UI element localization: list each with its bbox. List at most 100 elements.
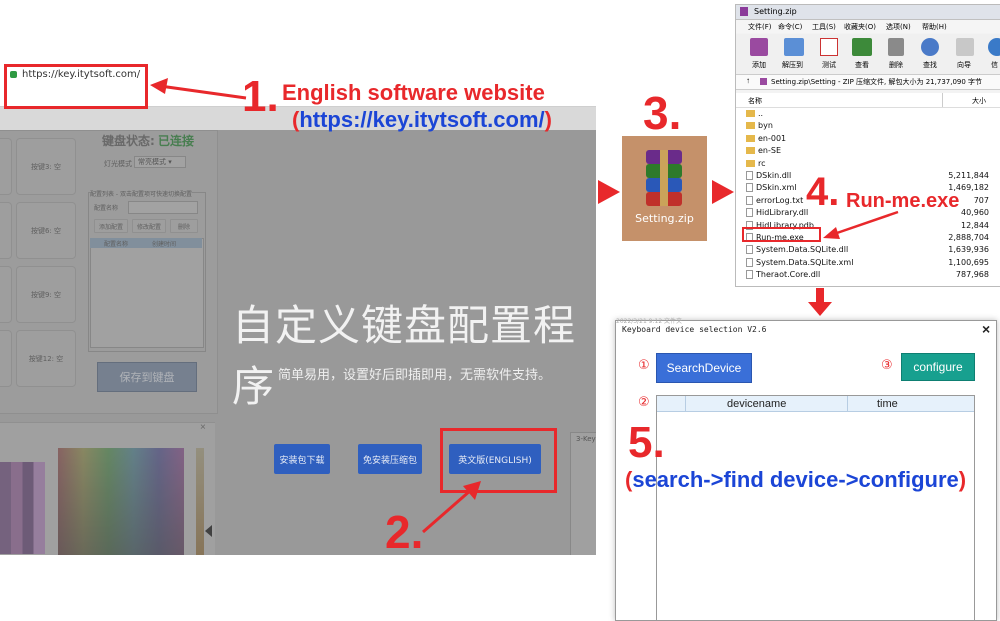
column-name-header[interactable]: 名称: [748, 96, 762, 106]
zip-file-row[interactable]: System.Data.SQLite.dll 1,639,936: [736, 244, 1000, 256]
zip-file-name: byn: [746, 121, 773, 130]
zip-file-size: 40,960: [961, 208, 989, 218]
zip-file-name-text: System.Data.SQLite.xml: [756, 257, 854, 267]
menu-favorites[interactable]: 收藏夹(O): [844, 22, 876, 32]
zip-file-name: DSkin.dll: [746, 171, 791, 180]
portable-zip-button[interactable]: 免安装压缩包: [358, 444, 422, 474]
step1-text: English software website: [282, 80, 545, 105]
test-icon[interactable]: [820, 38, 838, 56]
zip-file-name: rc: [746, 159, 766, 168]
zip-menu-bar: 文件(F) 命令(C) 工具(S) 收藏夹(O) 选项(N) 帮助(H): [736, 20, 1000, 33]
step5-text: (search->find device->configure): [625, 467, 967, 492]
zip-list-header: 名称 大小: [736, 93, 1000, 108]
zip-file-name: DSkin.xml: [746, 183, 797, 193]
zip-toolbar: 添加 解压到 测试 查看 删除 查找 向导 信: [736, 34, 1000, 75]
column-devicename[interactable]: devicename: [727, 398, 786, 410]
winrar-small-icon: [740, 7, 748, 16]
configure-button[interactable]: configure: [901, 353, 975, 381]
step3-number: 3.: [643, 87, 682, 139]
arrow-step3-icon: [598, 180, 620, 204]
zip-file-name-text: DSkin.dll: [756, 171, 792, 180]
file-icon: [746, 245, 753, 255]
zip-file-row[interactable]: en-001: [736, 133, 1000, 145]
extract-icon[interactable]: [784, 38, 804, 56]
menu-help[interactable]: 帮助(H): [922, 22, 947, 32]
menu-command[interactable]: 命令(C): [778, 22, 802, 32]
arrow-to-zip-window-icon: [712, 180, 734, 204]
zip-file-name-text: DSkin.xml: [756, 183, 797, 193]
zip-file-name: System.Data.SQLite.xml: [746, 257, 854, 267]
column-size-header[interactable]: 大小: [972, 96, 986, 106]
device-table-header: devicename time: [657, 396, 974, 412]
zip-file-name-text: System.Data.SQLite.dll: [756, 245, 849, 255]
zip-path-bar[interactable]: ↑ Setting.zip\Setting - ZIP 压缩文件, 解包大小为 …: [736, 75, 1000, 90]
zip-file-name-text: rc: [758, 158, 766, 168]
zip-file-name: en-SE: [746, 146, 781, 155]
find-icon[interactable]: [921, 38, 939, 56]
menu-tools[interactable]: 工具(S): [812, 22, 836, 32]
zip-file-size: 2,888,704: [948, 233, 989, 242]
toolbar-wizard-label: 向导: [957, 61, 971, 69]
zip-file-row[interactable]: en-SE: [736, 145, 1000, 157]
file-icon: [746, 195, 753, 205]
hero-subtitle: 简单易用，设置好后即插即用，无需软件支持。: [278, 368, 552, 383]
zip-file-name: HidLibrary.dll: [746, 208, 809, 218]
zip-file-name: errorLog.txt: [746, 195, 804, 205]
menu-options[interactable]: 选项(N): [886, 22, 911, 32]
zip-file-size: 12,844: [961, 220, 989, 230]
zip-file-name: en-001: [746, 134, 786, 143]
zip-file-name: Theraot.Core.dll: [746, 270, 820, 280]
zip-file-name: ..: [746, 109, 763, 118]
zip-file-name-text: HidLibrary.dll: [756, 208, 809, 218]
delete-icon[interactable]: [888, 38, 904, 56]
wizard-icon[interactable]: [956, 38, 974, 56]
column-time[interactable]: time: [877, 398, 898, 410]
menu-file[interactable]: 文件(F): [748, 22, 772, 32]
step-marker-3: ③: [881, 358, 893, 373]
device-window-title: Keyboard device selection V2.6: [622, 325, 767, 334]
installer-download-button[interactable]: 安装包下载: [274, 444, 330, 474]
zip-file-name: System.Data.SQLite.dll: [746, 245, 849, 255]
zip-file-row[interactable]: System.Data.SQLite.xml 1,100,695: [736, 257, 1000, 269]
zip-file-row[interactable]: Theraot.Core.dll 787,968: [736, 269, 1000, 281]
info-icon[interactable]: [988, 38, 1000, 56]
toolbar-add-label: 添加: [752, 61, 766, 69]
step-marker-1: ①: [638, 358, 650, 373]
zip-file-tile[interactable]: Setting.zip: [622, 136, 707, 241]
column-divider: [942, 93, 943, 107]
zip-file-size: 1,639,936: [948, 245, 989, 255]
toolbar-extract-label: 解压到: [782, 61, 803, 69]
toolbar-view-label: 查看: [855, 61, 869, 69]
close-icon[interactable]: ×: [982, 321, 990, 337]
zip-file-name-text: ..: [758, 109, 764, 118]
folder-icon: [746, 134, 755, 142]
view-icon[interactable]: [852, 38, 872, 56]
zip-file-row[interactable]: ..: [736, 108, 1000, 120]
arrow-down-icon: [808, 302, 832, 316]
zip-file-row[interactable]: DSkin.dll 5,211,844: [736, 170, 1000, 182]
folder-icon: [746, 122, 755, 130]
device-list-table[interactable]: devicename time: [656, 395, 975, 621]
zip-file-size: 787,968: [955, 270, 989, 280]
step1-url: (https://key.itytsoft.com/): [292, 107, 552, 132]
folder-icon: [746, 159, 755, 167]
toolbar-test-label: 测试: [822, 61, 836, 69]
file-icon: [746, 183, 753, 193]
zip-file-row[interactable]: byn: [736, 120, 1000, 132]
zip-file-size: 707: [973, 195, 989, 205]
arrow-step1-icon: [150, 78, 247, 100]
up-arrow-icon[interactable]: ↑: [746, 76, 750, 85]
zip-file-name-text: en-SE: [758, 146, 782, 156]
zip-title-bar[interactable]: Setting.zip: [736, 5, 1000, 20]
zip-file-row[interactable]: rc: [736, 158, 1000, 170]
zip-file-name-text: errorLog.txt: [756, 195, 804, 205]
run-me-highlight-box: [742, 227, 821, 242]
add-icon[interactable]: [750, 38, 768, 56]
search-device-button[interactable]: SearchDevice: [656, 353, 752, 383]
step4-text: Run-me.exe: [846, 190, 960, 212]
step2-number: 2.: [385, 506, 424, 558]
step4-number: 4.: [806, 170, 840, 214]
archive-icon: [760, 78, 767, 85]
file-icon: [746, 270, 753, 280]
background-file-info: 2022/3/21 9:12 文件夹: [616, 318, 683, 325]
